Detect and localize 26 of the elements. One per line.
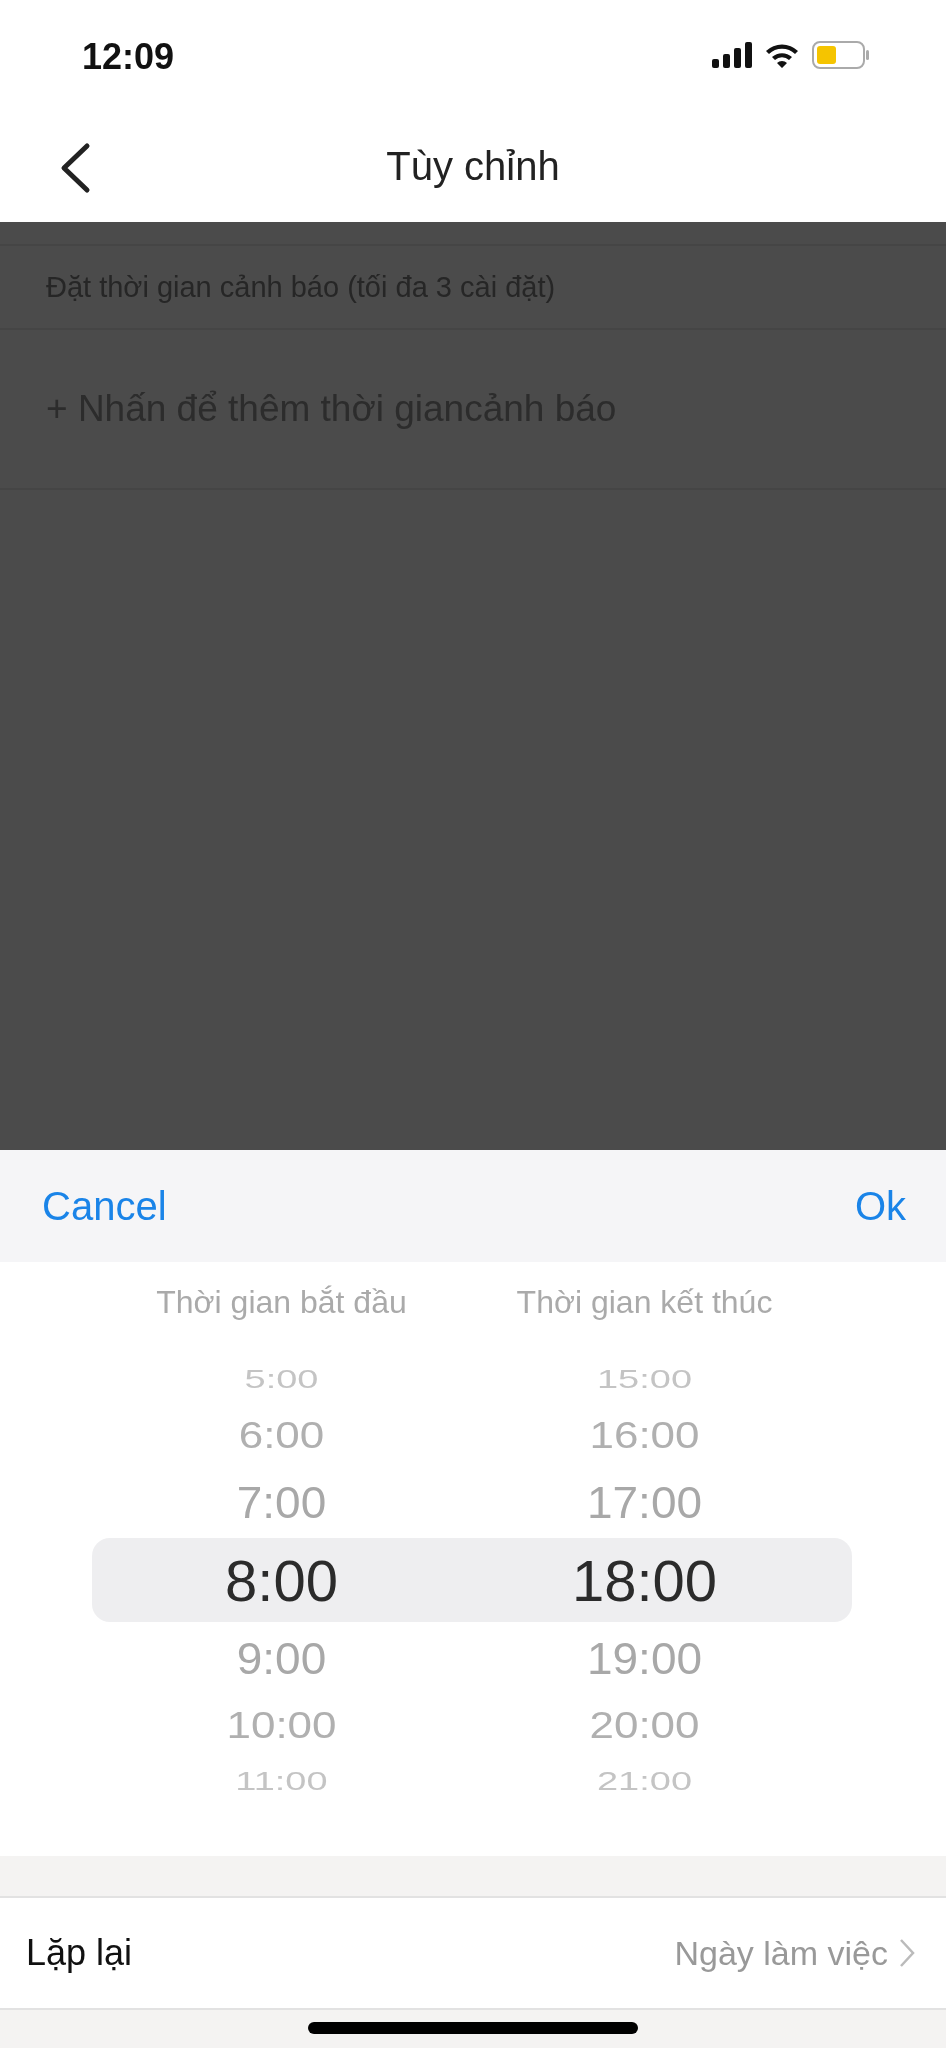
time-option[interactable]: 18:00 xyxy=(571,1546,718,1614)
cancel-button[interactable]: Cancel xyxy=(42,1183,167,1229)
repeat-label: Lặp lại xyxy=(26,1932,133,1974)
time-option[interactable]: 8:00 xyxy=(225,1546,338,1614)
time-option[interactable]: 6:00 xyxy=(238,1413,325,1457)
ok-button[interactable]: Ok xyxy=(854,1183,906,1229)
time-option[interactable]: 7:00 xyxy=(236,1475,327,1529)
page-title: Tùy chỉnh xyxy=(386,143,560,189)
battery-icon xyxy=(812,41,870,69)
signal-icon xyxy=(712,42,752,68)
column-label: Thời gian kết thúc xyxy=(516,1283,773,1321)
repeat-value[interactable]: Ngày làm việc xyxy=(674,1933,888,1973)
time-option[interactable]: 17:00 xyxy=(586,1475,703,1529)
wifi-icon xyxy=(764,42,800,68)
time-option[interactable]: 21:00 xyxy=(596,1765,693,1797)
time-option[interactable]: 10:00 xyxy=(226,1703,337,1747)
time-option[interactable]: 16:00 xyxy=(589,1413,700,1457)
column-label: Thời gian bắt đầu xyxy=(156,1283,407,1321)
time-option[interactable]: 5:00 xyxy=(244,1363,319,1395)
time-option[interactable]: 9:00 xyxy=(236,1631,327,1685)
clock-time: 12:09 xyxy=(82,35,175,78)
chevron-icon xyxy=(898,1937,916,1969)
time-option[interactable]: 20:00 xyxy=(589,1703,700,1747)
time-option[interactable]: 19:00 xyxy=(586,1631,703,1685)
time-option[interactable]: 11:00 xyxy=(235,1765,328,1797)
time-option[interactable]: 15:00 xyxy=(596,1363,693,1395)
